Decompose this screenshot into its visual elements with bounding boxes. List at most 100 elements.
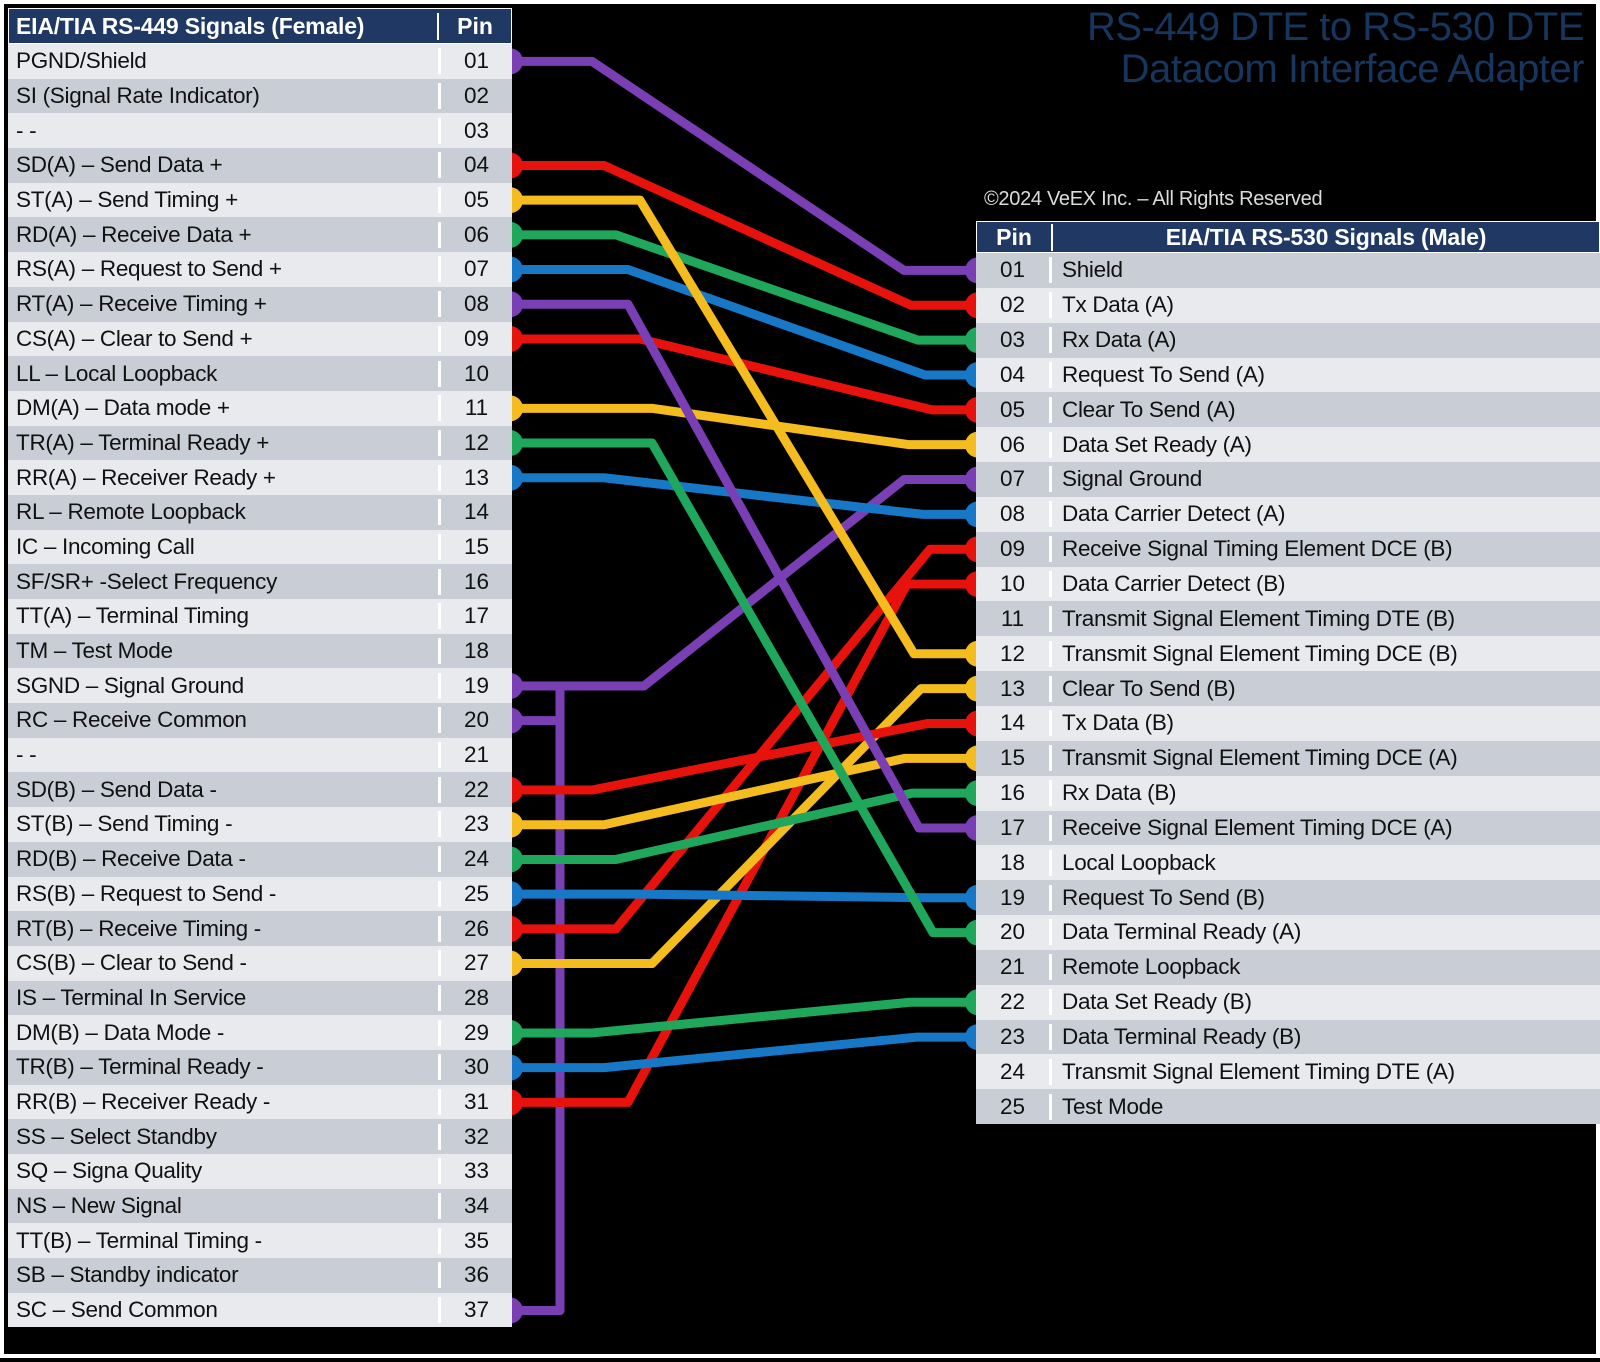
signal-name: CS(A) – Clear to Send + [16, 325, 253, 351]
pin-number: 05 [976, 396, 1052, 423]
signal-name: Shield [1062, 257, 1123, 283]
pin-number: 12 [976, 640, 1052, 667]
pin-number: 36 [438, 1262, 512, 1289]
signal-name: Transmit Signal Element Timing DCE (A) [1062, 745, 1458, 771]
table-row: 16 Rx Data (B) [976, 775, 1600, 811]
pin-number: 13 [438, 464, 512, 491]
pin-number: 08 [438, 291, 512, 318]
table-row: 13 Clear To Send (B) [976, 671, 1600, 706]
signal-name: Receive Signal Timing Element DCE (B) [1062, 536, 1453, 562]
pin-number: 03 [438, 117, 512, 144]
signal-name: DM(B) – Data Mode - [16, 1019, 225, 1045]
table-row: SS – Select Standby 32 [8, 1119, 512, 1154]
table-row: 03 Rx Data (A) [976, 322, 1600, 358]
signal-name: SF/SR+ -Select Frequency [16, 568, 278, 594]
table-row: 12 Transmit Signal Element Timing DCE (B) [976, 636, 1600, 672]
table-row: 20 Data Terminal Ready (A) [976, 915, 1600, 950]
table-row: 06 Data Set Ready (A) [976, 427, 1600, 463]
table-row: RD(A) – Receive Data + 06 [8, 217, 512, 253]
signal-name: ST(A) – Send Timing + [16, 187, 238, 213]
table-row: SC – Send Common 37 [8, 1292, 512, 1328]
table-row: RC – Receive Common 20 [8, 703, 512, 738]
pin-number: 25 [438, 880, 512, 907]
signal-name: TM – Test Mode [16, 638, 173, 664]
rs449-table: EIA/TIA RS-449 Signals (Female) Pin PGND… [8, 8, 512, 1328]
pin-number: 23 [976, 1023, 1052, 1050]
pin-number: 37 [438, 1297, 512, 1324]
table-row: TT(B) – Terminal Timing - 35 [8, 1223, 512, 1259]
table-row: DM(B) – Data Mode - 29 [8, 1015, 512, 1050]
signal-name: PGND/Shield [16, 48, 147, 74]
title-line-2: Datacom Interface Adapter [1120, 47, 1585, 91]
pin-number: 01 [976, 257, 1052, 284]
table-row: ST(A) – Send Timing + 05 [8, 182, 512, 218]
pin-number: 18 [976, 849, 1052, 876]
table-row: SF/SR+ -Select Frequency 16 [8, 564, 512, 599]
signal-name: RC – Receive Common [16, 707, 247, 733]
rs530-header-signal: EIA/TIA RS-530 Signals (Male) [1165, 223, 1487, 250]
pin-number: 03 [976, 327, 1052, 354]
signal-name: Test Mode [1062, 1093, 1164, 1119]
table-row: TR(A) – Terminal Ready + 12 [8, 425, 512, 461]
rs449-header-signal: EIA/TIA RS-449 Signals (Female) [16, 12, 365, 39]
signal-name: TT(A) – Terminal Timing [16, 603, 249, 629]
signal-name: SD(B) – Send Data - [16, 776, 217, 802]
table-row: RR(B) – Receiver Ready - 31 [8, 1084, 512, 1120]
pin-number: 15 [976, 745, 1052, 772]
pin-number: 35 [438, 1227, 512, 1254]
signal-name: RT(A) – Receive Timing + [16, 291, 267, 317]
table-row: - - 21 [8, 737, 512, 773]
pin-number: 10 [976, 571, 1052, 598]
table-row: 07 Signal Ground [976, 462, 1600, 497]
pin-number: 33 [438, 1158, 512, 1185]
pin-number: 02 [438, 83, 512, 110]
rs449-header-pin: Pin [437, 12, 511, 40]
table-row: 21 Remote Loopback [976, 949, 1600, 985]
table-row: SGND – Signal Ground 19 [8, 668, 512, 704]
table-row: 10 Data Carrier Detect (B) [976, 566, 1600, 602]
pin-number: 19 [976, 884, 1052, 911]
signal-name: SGND – Signal Ground [16, 672, 244, 698]
signal-name: SD(A) – Send Data + [16, 152, 223, 178]
table-row: 09 Receive Signal Timing Element DCE (B) [976, 531, 1600, 567]
pin-number: 24 [438, 846, 512, 873]
signal-name: - - [16, 117, 37, 143]
signal-name: Rx Data (A) [1062, 327, 1177, 353]
rs530-table: Pin EIA/TIA RS-530 Signals (Male) 01 Shie… [976, 221, 1600, 1125]
signal-name: Signal Ground [1062, 466, 1202, 492]
pin-number: 05 [438, 187, 512, 214]
table-row: 01 Shield [976, 253, 1600, 288]
pin-number: 28 [438, 984, 512, 1011]
table-row: 04 Request To Send (A) [976, 357, 1600, 393]
table-row: TM – Test Mode 18 [8, 633, 512, 669]
copyright-notice: ©2024 VeEX Inc. – All Rights Reserved [984, 188, 1323, 210]
pin-number: 24 [976, 1058, 1052, 1085]
table-row: SI (Signal Rate Indicator) 02 [8, 78, 512, 114]
signal-name: Transmit Signal Element Timing DCE (B) [1062, 640, 1458, 666]
table-row: RR(A) – Receiver Ready + 13 [8, 460, 512, 495]
signal-name: SI (Signal Rate Indicator) [16, 83, 260, 109]
pin-number: 23 [438, 811, 512, 838]
pin-number: 16 [976, 780, 1052, 807]
diagram-frame: RS-449 DTE to RS-530 DTE Datacom Interfa… [0, 0, 1600, 1358]
pin-number: 21 [438, 742, 512, 769]
signal-name: SC – Send Common [16, 1297, 218, 1323]
table-row: RT(B) – Receive Timing - 26 [8, 911, 512, 946]
page-title: RS-449 DTE to RS-530 DTE Datacom Interfa… [1087, 6, 1585, 91]
signal-name: Data Carrier Detect (B) [1062, 571, 1286, 597]
table-row: RS(A) – Request to Send + 07 [8, 252, 512, 287]
table-row: 11 Transmit Signal Element Timing DTE (B) [976, 601, 1600, 637]
table-row: LL – Local Loopback 10 [8, 356, 512, 391]
signal-name: RT(B) – Receive Timing - [16, 915, 261, 941]
pin-number: 22 [976, 989, 1052, 1016]
pin-number: 04 [976, 361, 1052, 388]
table-row: 05 Clear To Send (A) [976, 392, 1600, 428]
table-row: SQ – Signa Quality 33 [8, 1154, 512, 1189]
table-row: 18 Local Loopback [976, 845, 1600, 881]
signal-name: RD(B) – Receive Data - [16, 846, 246, 872]
pin-number: 15 [438, 533, 512, 560]
table-row: RD(B) – Receive Data - 24 [8, 841, 512, 877]
signal-name: Transmit Signal Element Timing DTE (B) [1062, 605, 1455, 631]
signal-name: Data Set Ready (A) [1062, 431, 1252, 457]
table-row: - - 03 [8, 113, 512, 149]
